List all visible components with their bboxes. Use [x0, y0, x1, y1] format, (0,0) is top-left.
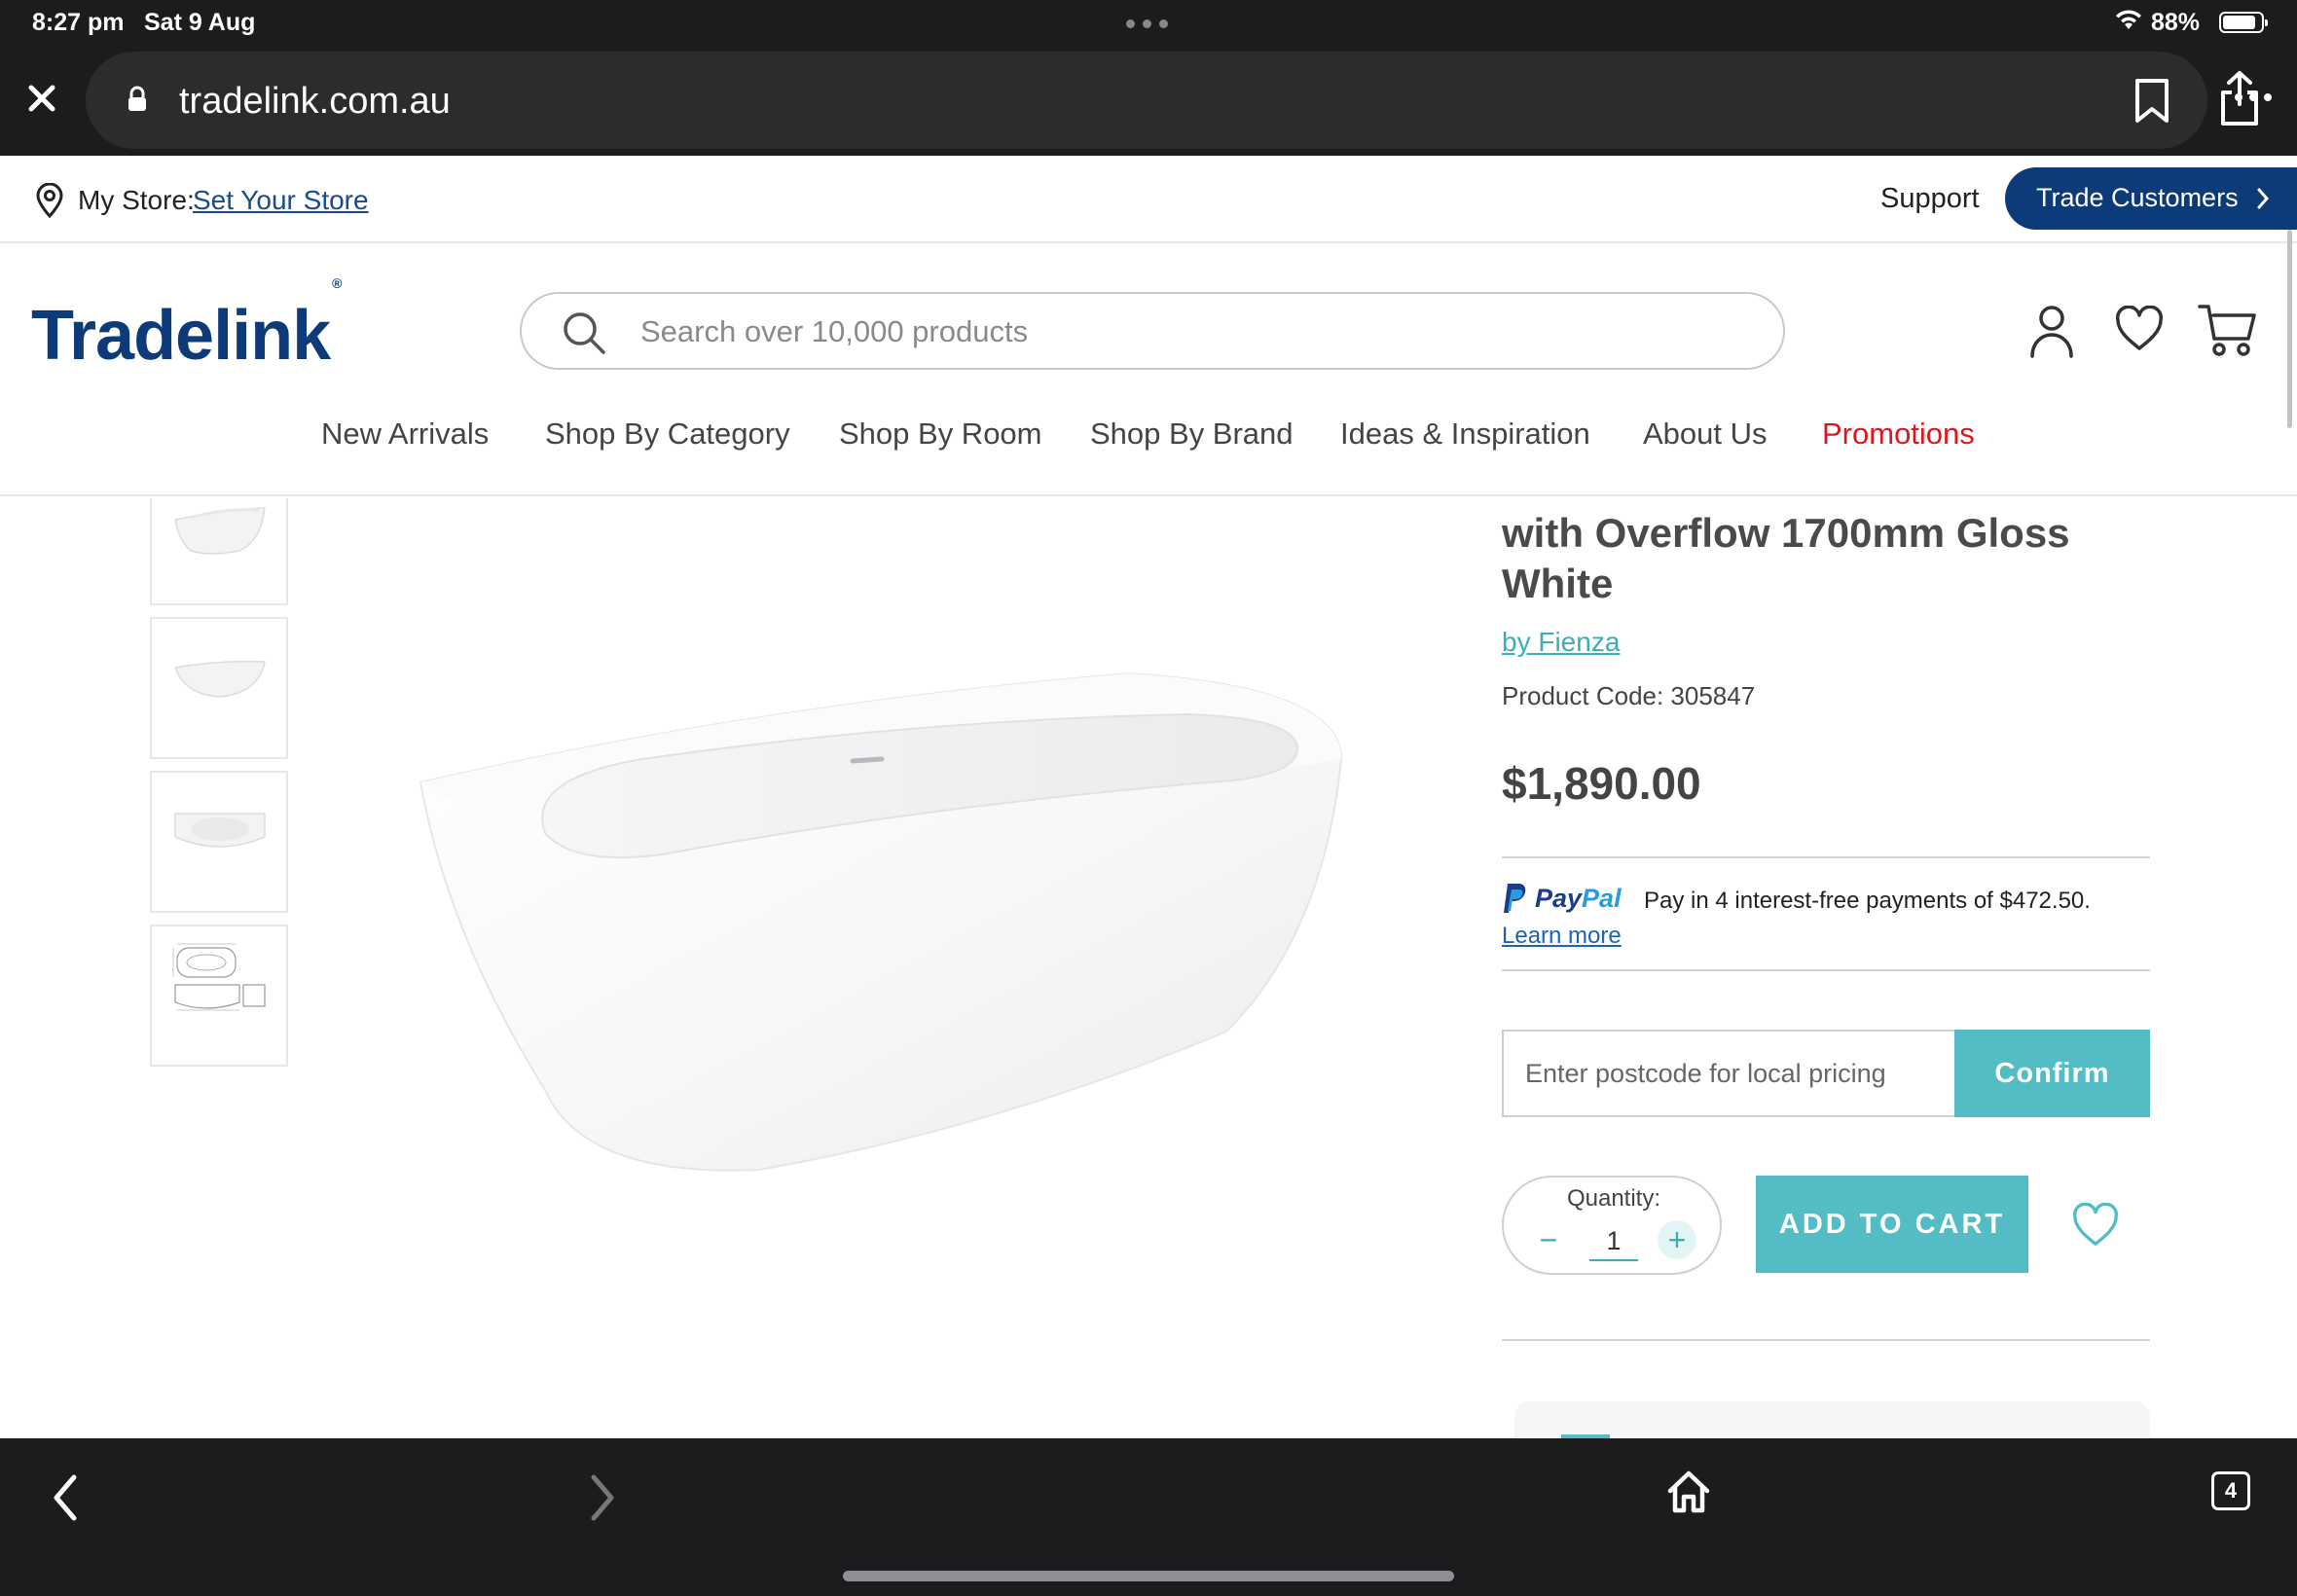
tradelink-logo[interactable]: Tradelink® — [31, 275, 342, 376]
nav-about-us[interactable]: About Us — [1643, 417, 1768, 452]
quantity-label: Quantity: — [1566, 1185, 1661, 1212]
quantity-stepper: Quantity: − + — [1502, 1176, 1722, 1275]
paypal-learn-more-link[interactable]: Learn more — [1502, 923, 1622, 950]
product-price: $1,890.00 — [1502, 758, 1701, 809]
product-thumbnail-2[interactable] — [150, 617, 288, 759]
browser-address-bar: tradelink.com.au — [0, 49, 2297, 156]
url-text: tradelink.com.au — [179, 81, 451, 122]
account-icon[interactable] — [2028, 304, 2075, 358]
nav-shop-by-room[interactable]: Shop By Room — [839, 417, 1042, 452]
url-field[interactable]: tradelink.com.au — [86, 52, 2258, 149]
logo-registered-mark: ® — [332, 275, 342, 291]
main-nav: New Arrivals Shop By Category Shop By Ro… — [0, 409, 2297, 496]
nav-shop-by-brand[interactable]: Shop By Brand — [1090, 417, 1294, 452]
brand-link[interactable]: by Fienza — [1502, 627, 1620, 658]
forward-icon[interactable] — [588, 1473, 617, 1522]
bathtub-thumbnail-image — [173, 660, 266, 698]
logo-text: Tradelink — [31, 297, 331, 375]
scrollbar[interactable] — [2287, 230, 2292, 428]
battery-icon — [2219, 12, 2268, 33]
divider — [1502, 969, 2150, 971]
tabs-icon[interactable]: 4 — [2211, 1471, 2250, 1510]
paypal-wordmark-pal: Pal — [1582, 883, 1622, 913]
battery-percent: 88% — [2151, 9, 2201, 36]
close-icon[interactable] — [21, 78, 62, 119]
wifi-icon — [2116, 10, 2141, 29]
postcode-input[interactable] — [1502, 1030, 1955, 1117]
technical-drawing-thumbnail — [172, 943, 266, 1011]
add-to-wishlist-heart-icon[interactable] — [2071, 1203, 2120, 1248]
lock-icon — [128, 86, 146, 111]
my-store-label: My Store: — [78, 185, 195, 215]
bathtub-thumbnail-image — [174, 813, 266, 848]
quantity-increase-button[interactable]: + — [1658, 1220, 1696, 1259]
product-info-card — [1514, 1401, 2150, 1440]
map-pin-icon — [36, 183, 63, 218]
chevron-right-icon — [2257, 188, 2270, 209]
set-store-link[interactable]: Set Your Store — [193, 185, 369, 216]
product-thumbnail-4[interactable] — [150, 925, 288, 1067]
bookmark-icon[interactable] — [2132, 77, 2172, 126]
nav-promotions[interactable]: Promotions — [1822, 417, 1975, 452]
paypal-icon — [1504, 884, 1526, 913]
paypal-message: Pay in 4 interest-free payments of $472.… — [1644, 888, 2091, 914]
home-indicator[interactable] — [843, 1571, 1454, 1581]
confirm-postcode-button[interactable]: Confirm — [1954, 1030, 2150, 1117]
divider — [1502, 856, 2150, 858]
product-title-line-2: White — [1502, 561, 1614, 606]
nav-shop-by-category[interactable]: Shop By Category — [545, 417, 790, 452]
product-title-line-1: with Overflow 1700mm Gloss — [1502, 510, 2070, 556]
quantity-decrease-button[interactable]: − — [1529, 1220, 1568, 1259]
bathtub-product-image — [419, 671, 1343, 1172]
product-title: with Overflow 1700mm Gloss White — [1502, 508, 2183, 609]
more-icon[interactable] — [2235, 93, 2272, 101]
paypal-logo: PayPal — [1502, 882, 1622, 915]
product-code: Product Code: 305847 — [1502, 681, 1756, 710]
add-to-cart-button[interactable]: ADD TO CART — [1756, 1176, 2028, 1273]
utility-bar: My Store: Set Your Store Support Trade C… — [0, 156, 2297, 243]
search-box[interactable] — [520, 292, 1785, 370]
cart-icon[interactable] — [2198, 302, 2258, 358]
home-icon[interactable] — [1666, 1469, 1711, 1514]
product-thumbnail-1[interactable] — [150, 498, 288, 605]
quantity-input[interactable] — [1589, 1222, 1638, 1261]
status-time: 8:27 pm — [32, 9, 125, 36]
support-link[interactable]: Support — [1880, 183, 1980, 215]
paypal-wordmark: PayPal — [1535, 884, 1622, 914]
status-date: Sat 9 Aug — [144, 9, 256, 36]
search-icon[interactable] — [561, 309, 607, 356]
trade-customers-button[interactable]: Trade Customers — [2005, 167, 2297, 230]
nav-ideas-inspiration[interactable]: Ideas & Inspiration — [1340, 417, 1590, 452]
bathtub-thumbnail-image — [174, 507, 266, 555]
heart-icon[interactable] — [2114, 306, 2165, 352]
trade-customers-label: Trade Customers — [2036, 183, 2239, 212]
status-bar: 8:27 pm Sat 9 Aug 88% — [0, 0, 2297, 49]
multitasking-dots-icon[interactable] — [1126, 19, 1168, 28]
paypal-wordmark-pay: Pay — [1535, 883, 1583, 913]
divider — [1502, 1339, 2150, 1341]
nav-new-arrivals[interactable]: New Arrivals — [321, 417, 489, 452]
back-icon[interactable] — [51, 1473, 80, 1522]
search-input[interactable] — [640, 306, 1750, 358]
product-thumbnail-3[interactable] — [150, 771, 288, 913]
